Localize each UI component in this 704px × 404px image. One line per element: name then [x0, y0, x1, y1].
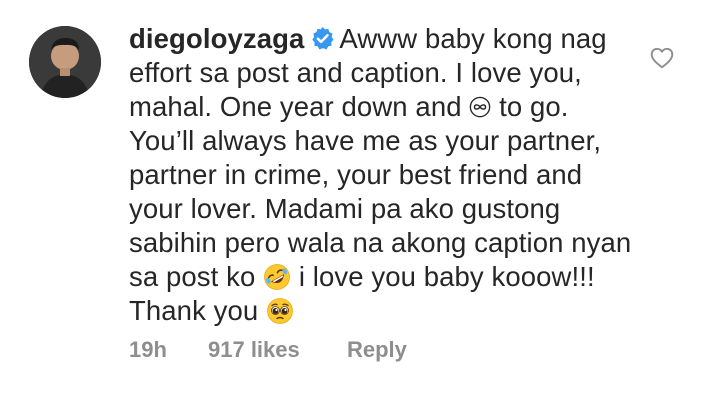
username[interactable]: diegoloyzaga [129, 23, 304, 54]
comment: diegoloyzaga Awww baby kong nag effort s… [0, 0, 704, 404]
comment-meta: 19h 917 likes Reply [129, 337, 407, 363]
infinity-icon [470, 96, 491, 118]
avatar-photo [29, 26, 101, 98]
rolling-laughing-emoji-icon [264, 264, 290, 290]
comment-timestamp: 19h [129, 337, 167, 362]
pleading-face-emoji-icon [267, 298, 293, 324]
comment-likes-count[interactable]: 917 likes [208, 337, 347, 363]
comment-body: diegoloyzaga Awww baby kong nag effort s… [129, 22, 639, 328]
reply-button[interactable]: Reply [347, 337, 407, 363]
verified-badge-icon [312, 27, 334, 50]
like-heart-icon[interactable] [649, 45, 675, 71]
avatar[interactable] [29, 26, 101, 98]
